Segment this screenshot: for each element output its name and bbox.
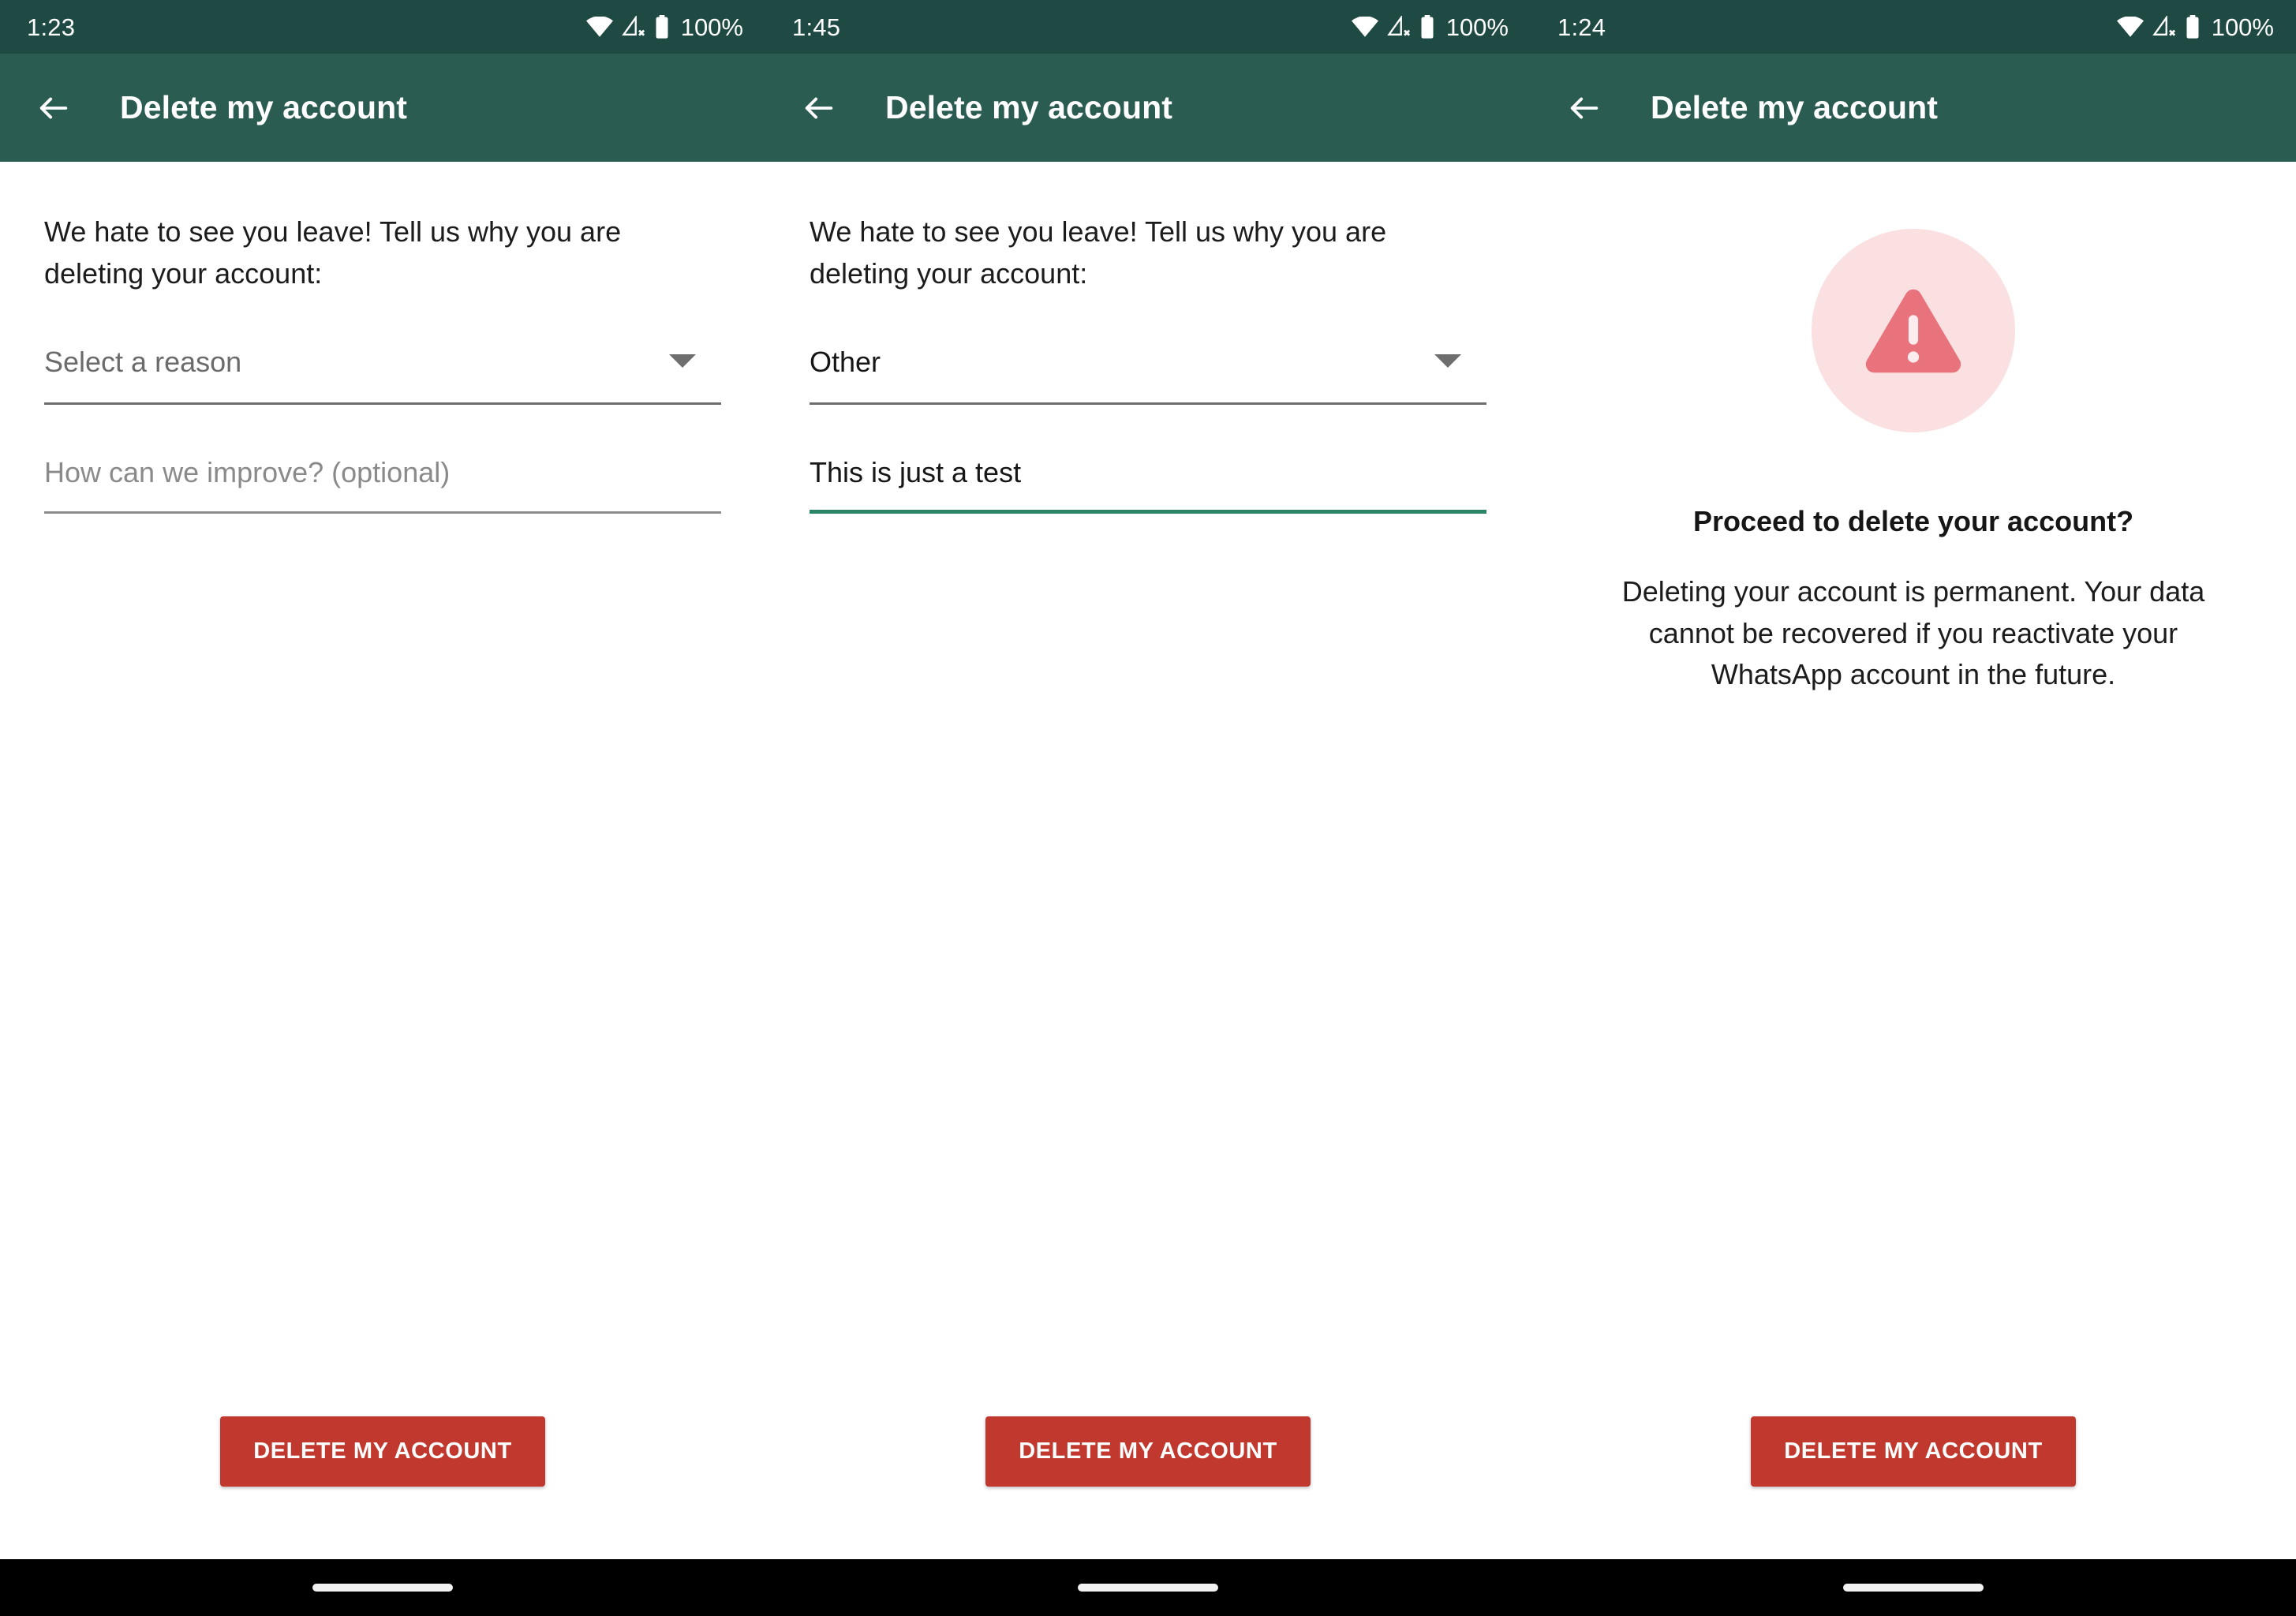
- page-title: Delete my account: [120, 89, 407, 125]
- arrow-left-icon: [801, 90, 837, 126]
- gesture-home-pill[interactable]: [312, 1584, 453, 1592]
- delete-my-account-button[interactable]: DELETE MY ACCOUNT: [1751, 1416, 2076, 1487]
- delete-my-account-button[interactable]: DELETE MY ACCOUNT: [220, 1416, 545, 1487]
- status-bar-clock: 1:45: [792, 13, 841, 41]
- status-bar: 1:23 100%: [0, 0, 765, 54]
- status-bar-icons: 100%: [1351, 13, 1509, 41]
- feedback-input[interactable]: This is just a test: [810, 446, 1486, 514]
- primary-action-area: DELETE MY ACCOUNT: [765, 1416, 1531, 1487]
- page-title: Delete my account: [885, 89, 1172, 125]
- screen-content: We hate to see you leave! Tell us why yo…: [765, 162, 1531, 1559]
- battery-full-icon: [654, 15, 670, 39]
- back-button[interactable]: [28, 83, 79, 133]
- reason-select[interactable]: Other: [810, 334, 1486, 406]
- primary-action-area: DELETE MY ACCOUNT: [1531, 1416, 2296, 1487]
- chevron-down-icon[interactable]: [1434, 354, 1461, 368]
- status-bar-icons: 100%: [585, 13, 743, 41]
- reason-select[interactable]: Select a reason: [44, 334, 721, 406]
- screen-confirm-delete: 1:24 100% Delete my account Proceed to d…: [1531, 0, 2296, 1616]
- arrow-left-icon: [36, 90, 72, 126]
- arrow-left-icon: [1566, 90, 1602, 126]
- screen-content: Proceed to delete your account? Deleting…: [1531, 162, 2296, 1559]
- app-bar: Delete my account: [1531, 54, 2296, 162]
- confirm-panel: Proceed to delete your account? Deleting…: [1575, 162, 2252, 696]
- wifi-icon: [1351, 17, 1378, 37]
- feedback-input-value: This is just a test: [810, 456, 1022, 489]
- app-bar: Delete my account: [765, 54, 1531, 162]
- app-bar: Delete my account: [0, 54, 765, 162]
- intro-text: We hate to see you leave! Tell us why yo…: [44, 215, 622, 290]
- gesture-nav-bar: [0, 1559, 765, 1616]
- battery-percent-label: 100%: [680, 13, 743, 41]
- intro-text: We hate to see you leave! Tell us why yo…: [810, 215, 1387, 290]
- wifi-icon: [2116, 17, 2144, 37]
- status-bar-clock: 1:24: [1557, 13, 1606, 41]
- delete-my-account-button[interactable]: DELETE MY ACCOUNT: [985, 1416, 1311, 1487]
- status-bar-clock: 1:23: [27, 13, 76, 41]
- screenshot-triptych: 1:23 100% Delete my account We hate to s…: [0, 0, 2296, 1616]
- reason-select-value: Select a reason: [44, 346, 242, 379]
- warning-icon-badge: [1812, 229, 2015, 432]
- back-button[interactable]: [1559, 83, 1610, 133]
- cellular-off-icon: [2152, 16, 2176, 38]
- cellular-off-icon: [621, 16, 645, 38]
- chevron-down-icon[interactable]: [669, 354, 696, 368]
- warning-triangle-icon: [1861, 283, 1965, 378]
- status-bar-icons: 100%: [2116, 13, 2274, 41]
- gesture-nav-bar: [765, 1559, 1531, 1616]
- confirm-title: Proceed to delete your account?: [1692, 505, 2134, 537]
- primary-action-area: DELETE MY ACCOUNT: [0, 1416, 765, 1487]
- feedback-input-placeholder: How can we improve? (optional): [44, 456, 451, 489]
- gesture-nav-bar: [1531, 1559, 2296, 1616]
- feedback-input[interactable]: How can we improve? (optional): [44, 446, 721, 514]
- cellular-off-icon: [1386, 16, 1411, 38]
- wifi-icon: [585, 17, 613, 37]
- battery-percent-label: 100%: [1445, 13, 1509, 41]
- screen-select-reason: 1:23 100% Delete my account We hate to s…: [0, 0, 765, 1616]
- gesture-home-pill[interactable]: [1078, 1584, 1218, 1592]
- screen-content: We hate to see you leave! Tell us why yo…: [0, 162, 765, 1559]
- battery-full-icon: [1419, 15, 1435, 39]
- page-title: Delete my account: [1651, 89, 1938, 125]
- battery-full-icon: [2185, 15, 2201, 39]
- screen-other-reason-filled: 1:45 100% Delete my account We hate to s…: [765, 0, 1531, 1616]
- status-bar: 1:45 100%: [765, 0, 1531, 54]
- battery-percent-label: 100%: [2211, 13, 2274, 41]
- reason-select-value: Other: [810, 346, 881, 379]
- back-button[interactable]: [794, 83, 844, 133]
- gesture-home-pill[interactable]: [1843, 1584, 1984, 1592]
- confirm-body-text: Deleting your account is permanent. Your…: [1621, 575, 2205, 691]
- status-bar: 1:24 100%: [1531, 0, 2296, 54]
